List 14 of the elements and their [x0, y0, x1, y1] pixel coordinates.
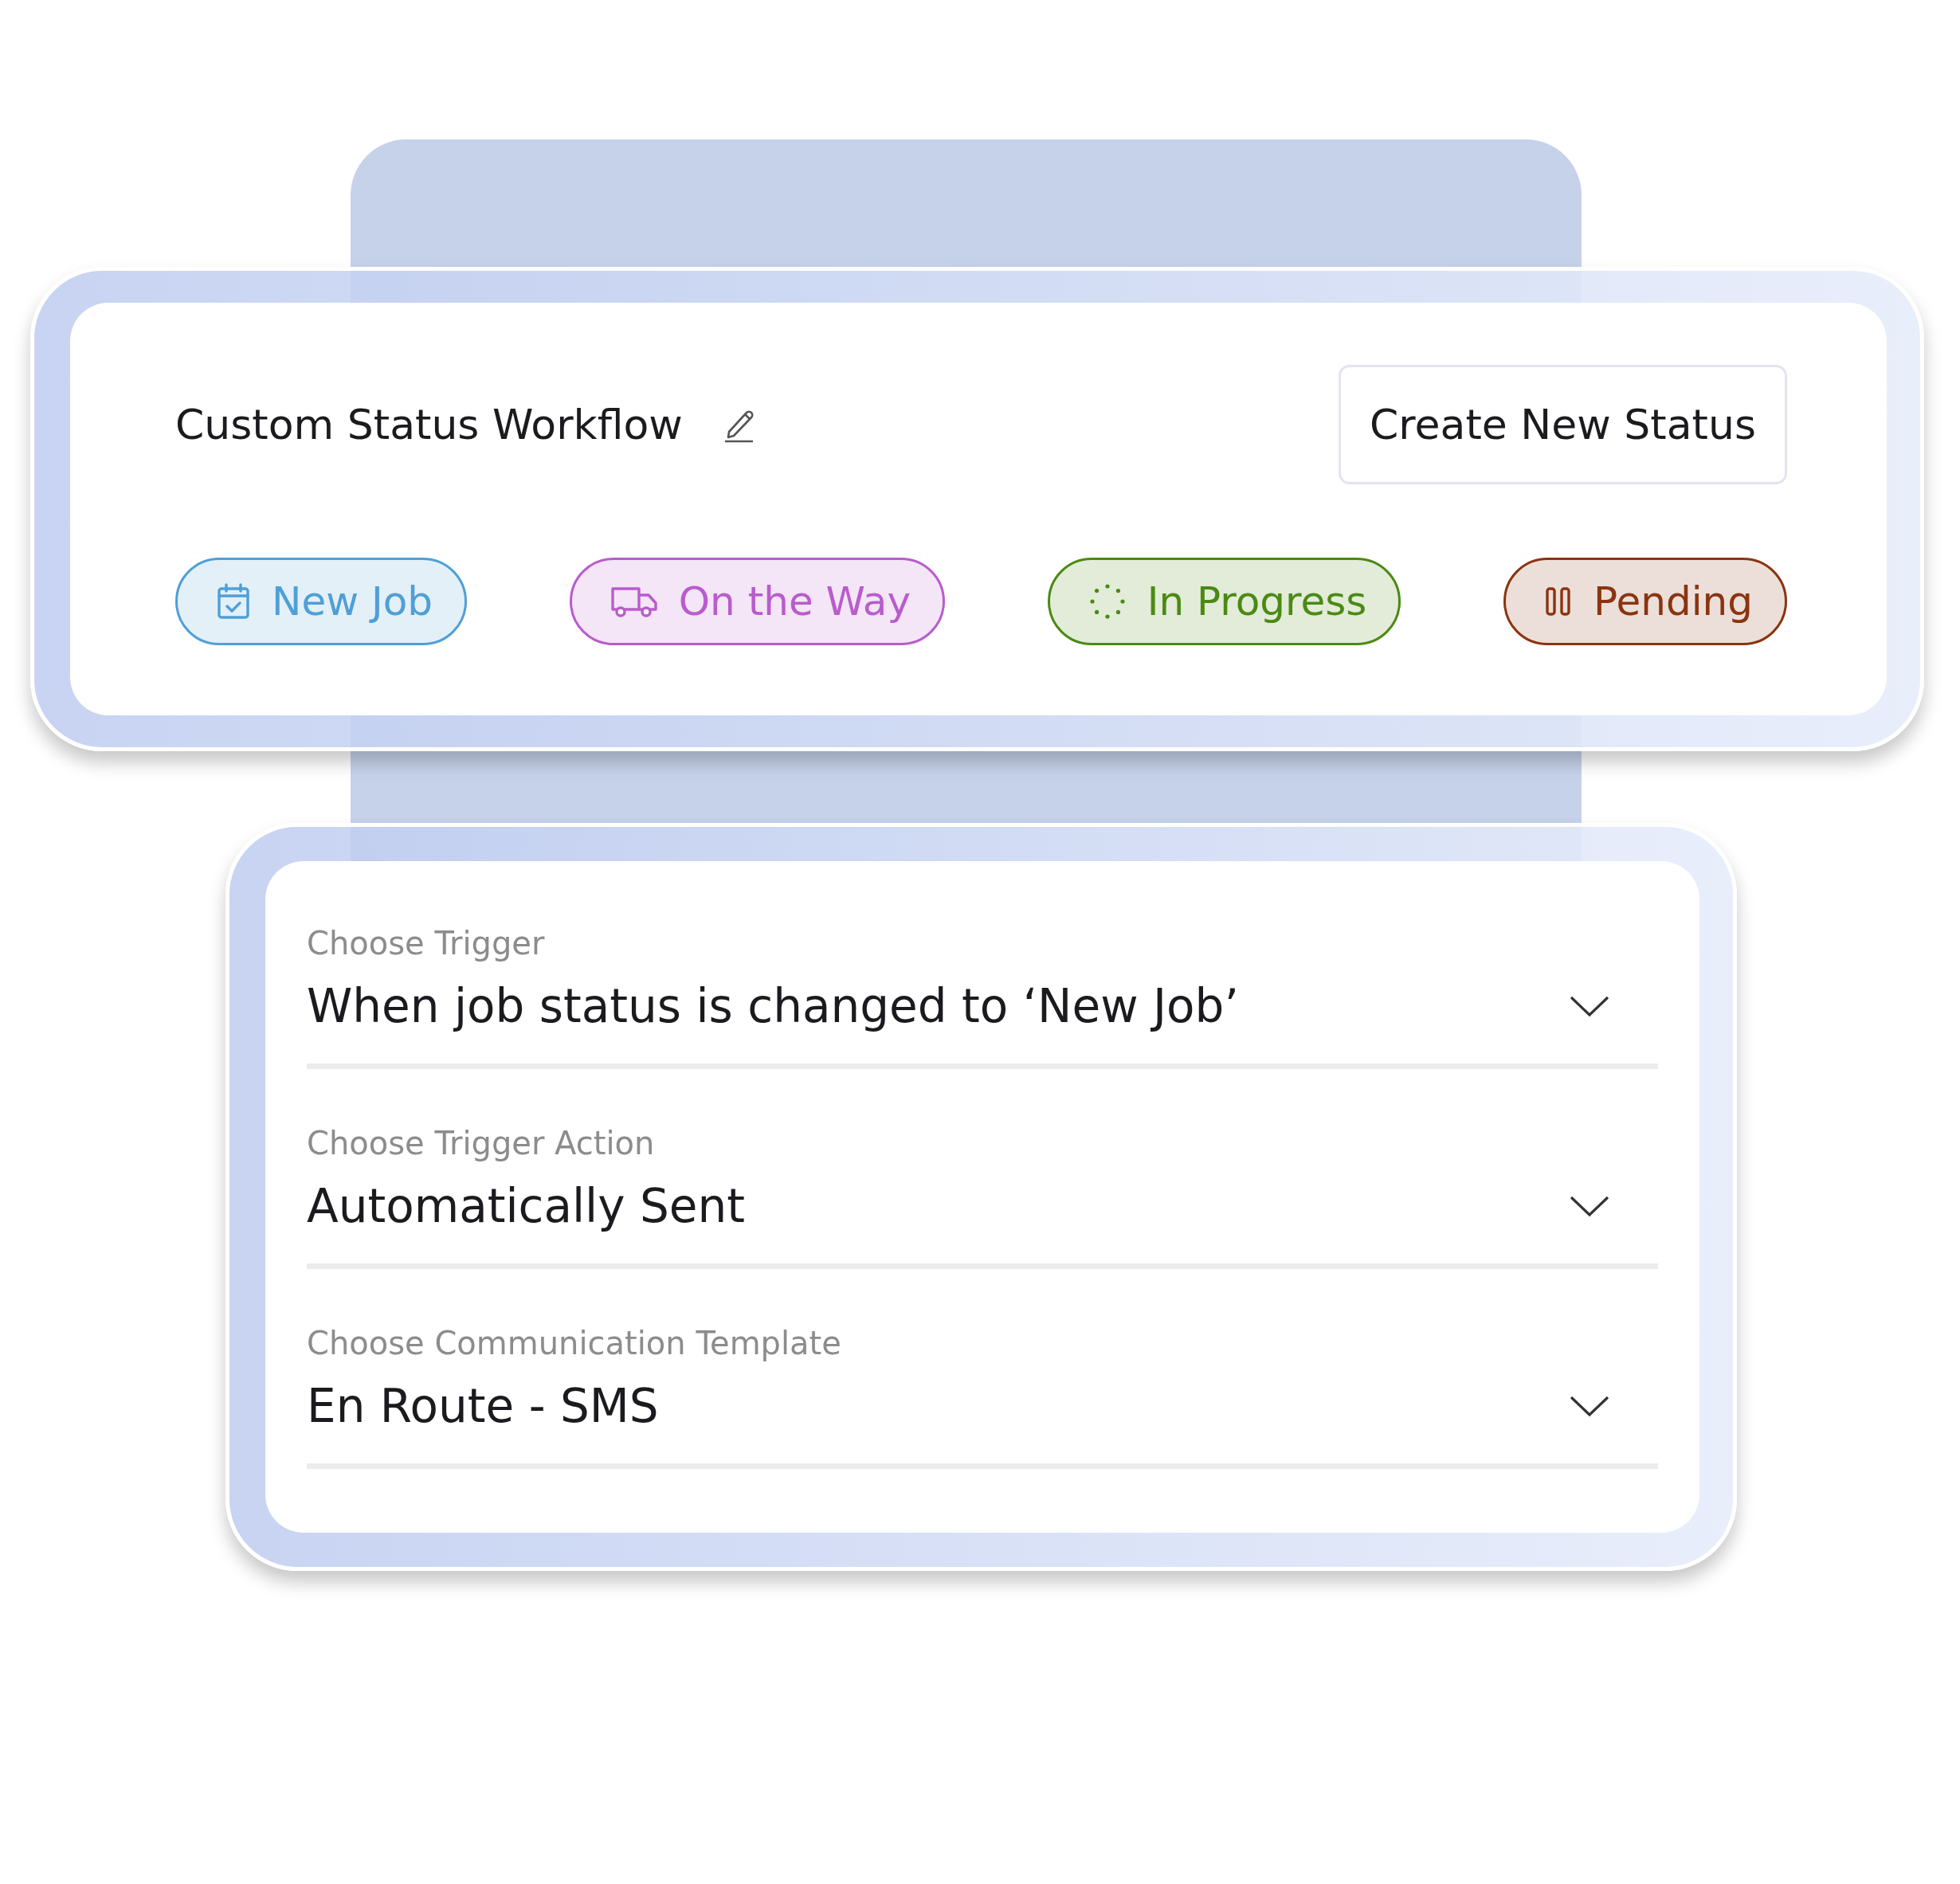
- select-field[interactable]: Automatically Sent: [307, 1179, 1658, 1269]
- select-field[interactable]: When job status is changed to ‘New Job’: [307, 979, 1658, 1069]
- chevron-down-icon: [1569, 1195, 1610, 1217]
- select-field[interactable]: En Route - SMS: [307, 1379, 1658, 1469]
- status-pill[interactable]: Pending: [1503, 558, 1787, 645]
- chevron-down-icon: [1569, 995, 1610, 1017]
- chevron-down-icon: [1569, 1395, 1610, 1417]
- field-label: Choose Trigger: [307, 925, 546, 962]
- workflow-title: Custom Status Workflow: [175, 401, 683, 448]
- create-status-button[interactable]: Create New Status: [1339, 365, 1787, 484]
- field-label: Choose Communication Template: [307, 1325, 842, 1361]
- calendar-icon: [216, 582, 251, 621]
- spinner-icon: [1088, 582, 1127, 621]
- field-label: Choose Trigger Action: [307, 1125, 656, 1161]
